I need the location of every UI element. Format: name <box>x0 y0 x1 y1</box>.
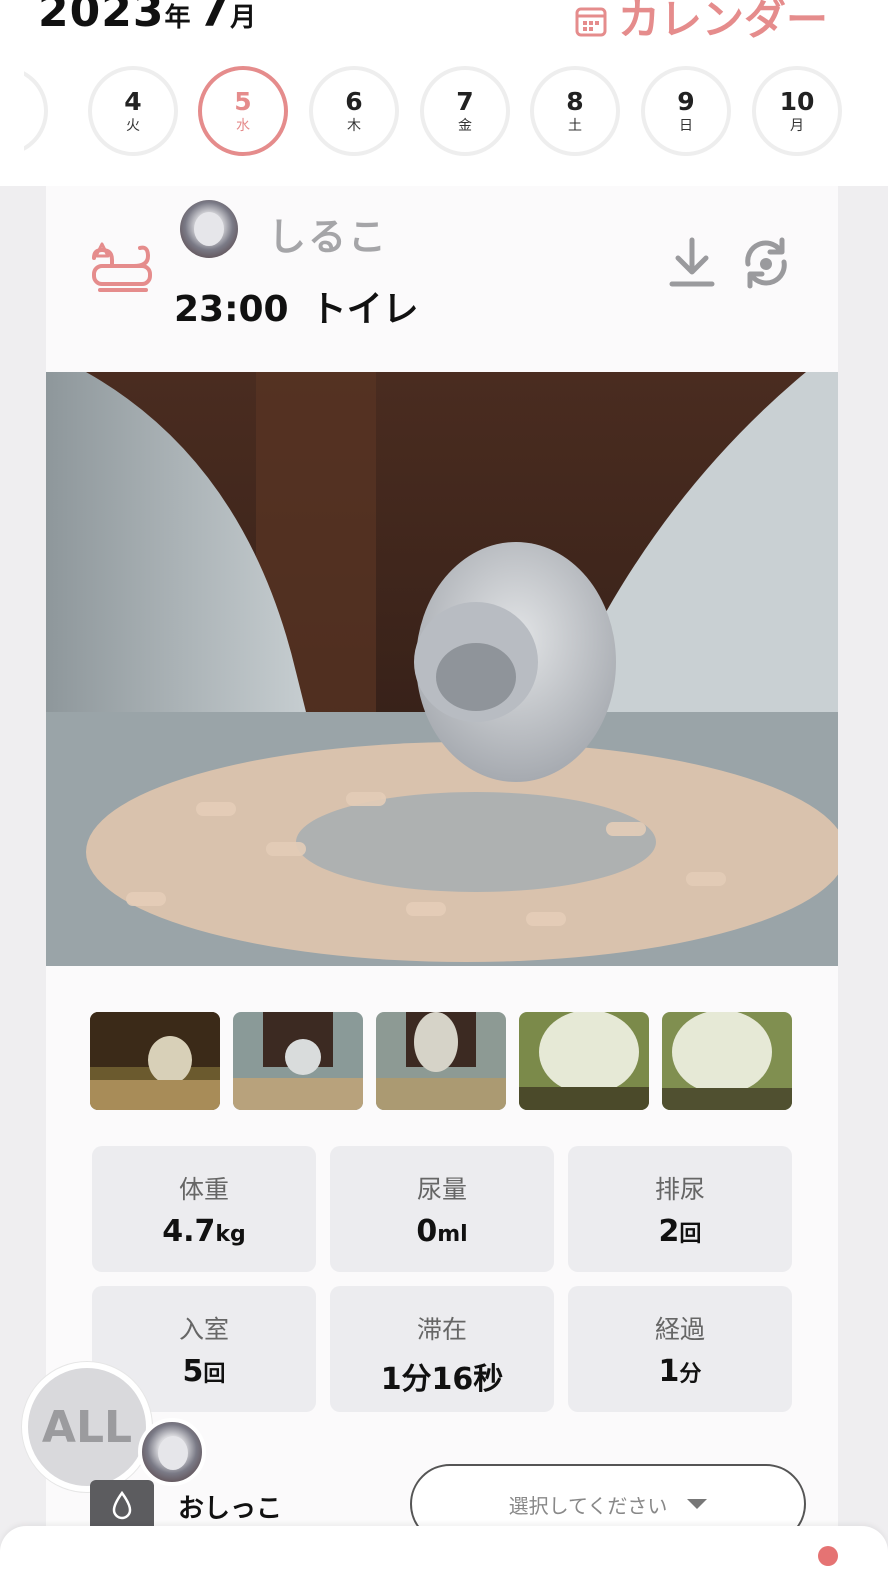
date-weekday: 月 <box>790 118 804 134</box>
bottom-navigation <box>0 1526 888 1578</box>
header: 2023年 7月 カレンダー <box>0 0 888 60</box>
date-number: 4 <box>124 87 142 116</box>
date-number: 6 <box>345 87 363 116</box>
event-photo[interactable] <box>46 372 838 966</box>
drop-icon <box>90 1480 154 1530</box>
date-item[interactable]: 9 日 <box>641 66 731 156</box>
stat-label: 入室 <box>178 1315 229 1344</box>
calendar-button[interactable]: カレンダー <box>574 0 828 47</box>
date-weekday: 土 <box>568 118 582 134</box>
date-number: 8 <box>566 87 584 116</box>
date-number: 7 <box>456 87 474 116</box>
date-item[interactable]: 7 金 <box>420 66 510 156</box>
event-time: 23:00 <box>174 289 289 330</box>
stat-number: 0 <box>416 1214 438 1249</box>
stat-label: 経過 <box>654 1315 705 1344</box>
stat-urine-volume: 尿量 0ml <box>330 1146 554 1272</box>
date-item-selected[interactable]: 5 水 <box>198 66 288 156</box>
stat-value: 0ml <box>330 1214 554 1249</box>
photo-thumbnail[interactable] <box>233 1012 363 1110</box>
stat-number: 2 <box>658 1214 680 1249</box>
stat-number: 1 <box>658 1354 680 1389</box>
all-pets-button[interactable]: ALL <box>22 1362 152 1492</box>
date-weekday: 金 <box>458 118 472 134</box>
stat-value: 1分16秒 <box>330 1354 554 1398</box>
stat-number: 4.7 <box>162 1214 216 1249</box>
photo-thumbnail[interactable] <box>376 1012 506 1110</box>
date-strip[interactable]: 3 月 4 火 5 水 6 木 7 金 8 土 9 日 10 月 <box>24 66 888 162</box>
date-item[interactable]: 6 木 <box>309 66 399 156</box>
stat-unit: kg <box>215 1222 246 1247</box>
photo-thumbnails <box>90 1012 794 1110</box>
date-item[interactable]: 10 月 <box>752 66 842 156</box>
stat-unit: 回 <box>679 1222 702 1247</box>
cat-icon <box>92 242 152 292</box>
stat-elapsed: 経過 1分 <box>568 1286 792 1412</box>
pet-avatar-small[interactable] <box>138 1418 206 1486</box>
sync-icon[interactable] <box>738 236 794 290</box>
photo-thumbnail[interactable] <box>662 1012 792 1110</box>
stat-stay-duration: 滞在 1分16秒 <box>330 1286 554 1412</box>
date-item[interactable]: 3 月 <box>24 66 48 156</box>
stat-value: 1分 <box>568 1354 792 1389</box>
current-year-month: 2023年 7月 <box>38 0 264 37</box>
notification-dot <box>818 1546 838 1566</box>
date-number: 10 <box>779 87 815 116</box>
stat-unit: 回 <box>203 1362 226 1387</box>
stat-label: 排尿 <box>654 1175 705 1204</box>
stat-value: 2回 <box>568 1214 792 1249</box>
calendar-icon <box>575 7 607 36</box>
date-item[interactable]: 4 火 <box>88 66 178 156</box>
stat-unit: ml <box>437 1222 468 1247</box>
stat-label: 尿量 <box>416 1175 467 1204</box>
stat-value: 4.7kg <box>92 1214 316 1249</box>
chevron-down-icon <box>687 1499 708 1509</box>
event-type: トイレ <box>310 289 419 330</box>
calendar-label: カレンダー <box>617 0 828 44</box>
app-screen: 2023年7月 カレンダー 3 月 4 火 5 水 <box>0 0 888 1578</box>
stat-number: 5 <box>182 1354 204 1389</box>
stat-number: 1分16秒 <box>380 1362 504 1397</box>
stat-label: 滞在 <box>416 1315 467 1344</box>
month-unit: 月 <box>230 3 257 33</box>
date-weekday: 水 <box>236 118 250 134</box>
year-unit: 年 <box>164 3 191 33</box>
stat-weight: 体重 4.7kg <box>92 1146 316 1272</box>
stat-urination-count: 排尿 2回 <box>568 1146 792 1272</box>
date-number: 9 <box>677 87 695 116</box>
photo-thumbnail[interactable] <box>519 1012 649 1110</box>
month-value: 7 <box>198 0 231 37</box>
date-weekday: 日 <box>679 118 693 134</box>
download-icon[interactable] <box>668 236 716 290</box>
photo-thumbnail[interactable] <box>90 1012 220 1110</box>
category-label: おしっこ <box>178 1494 283 1524</box>
date-item[interactable]: 8 土 <box>530 66 620 156</box>
pet-avatar <box>180 200 238 258</box>
event-title: 23:00 トイレ <box>174 280 419 332</box>
date-weekday: 火 <box>126 118 140 134</box>
select-placeholder: 選択してください <box>508 1493 668 1518</box>
year-value: 2023 <box>38 0 165 37</box>
date-weekday: 木 <box>347 118 361 134</box>
stat-label: 体重 <box>178 1175 229 1204</box>
date-number: 5 <box>234 87 252 116</box>
stat-unit: 分 <box>679 1362 702 1387</box>
pet-name: しるこ <box>268 215 389 259</box>
